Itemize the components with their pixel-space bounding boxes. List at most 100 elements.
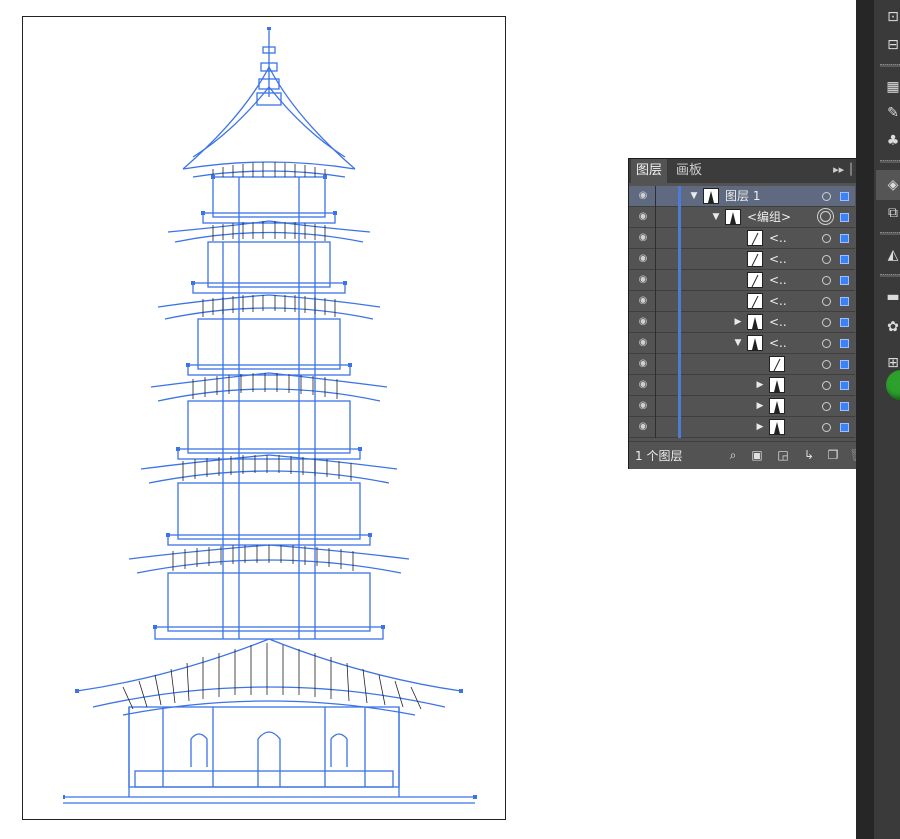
layer-name[interactable]: 图层 1 xyxy=(725,188,760,205)
target-circle-icon[interactable] xyxy=(822,297,831,306)
selection-square-icon[interactable] xyxy=(840,318,849,327)
visibility-eye-icon[interactable]: ◉ xyxy=(637,295,649,307)
visibility-eye-icon[interactable]: ◉ xyxy=(637,358,649,370)
lock-column[interactable] xyxy=(655,354,656,375)
expand-triangle-icon[interactable]: ▶ xyxy=(755,421,765,433)
visibility-eye-icon[interactable]: ◉ xyxy=(637,337,649,349)
selection-square-icon[interactable] xyxy=(840,402,849,411)
target-circle-icon[interactable] xyxy=(822,192,831,201)
artboard[interactable] xyxy=(22,16,506,820)
selection-square-icon[interactable] xyxy=(840,297,849,306)
panel-tab-bar: 图层 画板 ▸▸ │ ≡ xyxy=(629,159,871,183)
layer-name[interactable]: <.. xyxy=(769,272,787,289)
locate-object-icon[interactable]: ▣ xyxy=(749,447,765,463)
layers-icon[interactable]: ◈ xyxy=(884,176,900,194)
visibility-eye-icon[interactable]: ◉ xyxy=(637,253,649,265)
brushes-icon[interactable]: ✎ xyxy=(884,104,900,122)
lock-column[interactable] xyxy=(655,249,656,270)
lock-column[interactable] xyxy=(655,375,656,396)
target-circle-icon[interactable] xyxy=(822,318,831,327)
layer-row[interactable]: ◉ ▼ <编组> xyxy=(629,207,855,228)
visibility-eye-icon[interactable]: ◉ xyxy=(637,379,649,391)
dock-separator xyxy=(880,232,900,235)
visibility-eye-icon[interactable]: ◉ xyxy=(637,274,649,286)
target-circle-icon[interactable] xyxy=(822,360,831,369)
swatches-icon[interactable]: ▦ xyxy=(884,78,900,96)
gradient-icon[interactable]: ◭ xyxy=(884,246,900,264)
target-circle-icon[interactable] xyxy=(822,381,831,390)
lock-column[interactable] xyxy=(655,291,656,312)
lock-column[interactable] xyxy=(655,186,656,207)
lock-column[interactable] xyxy=(655,417,656,438)
search-icon[interactable]: ⌕ xyxy=(725,447,741,463)
lock-column[interactable] xyxy=(655,312,656,333)
selection-square-icon[interactable] xyxy=(840,192,849,201)
new-layer-icon[interactable]: ❐ xyxy=(825,447,841,463)
make-clipping-mask-icon[interactable]: ◲ xyxy=(775,447,791,463)
layer-row[interactable]: ◉ <.. xyxy=(629,249,855,270)
layer-row[interactable]: ◉ <.. xyxy=(629,270,855,291)
layer-name[interactable]: <.. xyxy=(769,314,787,331)
selection-square-icon[interactable] xyxy=(840,276,849,285)
layer-name[interactable]: <编组> xyxy=(747,209,791,226)
transform-icon[interactable]: ⊡ xyxy=(884,8,900,26)
expand-triangle-icon[interactable]: ▶ xyxy=(755,379,765,391)
target-circle-icon[interactable] xyxy=(822,234,831,243)
selection-square-icon[interactable] xyxy=(840,381,849,390)
layer-row[interactable]: ◉ ▶ <.. xyxy=(629,312,855,333)
visibility-eye-icon[interactable]: ◉ xyxy=(637,316,649,328)
layer-row[interactable]: ◉ ▶ xyxy=(629,396,855,417)
target-circle-icon[interactable] xyxy=(822,276,831,285)
visibility-eye-icon[interactable]: ◉ xyxy=(637,190,649,202)
lock-column[interactable] xyxy=(655,207,656,228)
layer-name[interactable]: <.. xyxy=(769,293,787,310)
layer-row[interactable]: ◉ ▶ xyxy=(629,417,855,438)
layer-row[interactable]: ◉ <.. xyxy=(629,291,855,312)
selection-square-icon[interactable] xyxy=(840,339,849,348)
collapse-triangle-icon[interactable]: ▼ xyxy=(689,190,699,202)
new-sublayer-icon[interactable]: ↳ xyxy=(801,447,817,463)
target-circle-icon[interactable] xyxy=(822,339,831,348)
tab-layers[interactable]: 图层 xyxy=(631,159,668,183)
target-circle-icon[interactable] xyxy=(822,255,831,264)
layer-row[interactable]: ◉ ▼ <.. xyxy=(629,333,855,354)
color-guide-icon[interactable]: ✿ xyxy=(884,318,900,336)
selection-square-icon[interactable] xyxy=(840,213,849,222)
layers-panel[interactable]: 图层 画板 ▸▸ │ ≡ ◉ ▼ 图层 1 ◉ ▼ <编组> ◉ <.. ◉ <.. ◉ <.. ◉ <.… xyxy=(628,158,872,469)
artboards-icon[interactable]: ⧉ xyxy=(884,204,900,222)
align-icon[interactable]: ⊟ xyxy=(884,36,900,54)
lock-column[interactable] xyxy=(655,270,656,291)
expand-triangle-icon[interactable]: ▶ xyxy=(733,316,743,328)
transparency-icon[interactable]: ▬ xyxy=(884,288,900,306)
collapse-triangle-icon[interactable]: ▼ xyxy=(733,337,743,349)
tab-artboards[interactable]: 画板 xyxy=(671,159,707,183)
layer-color-bar xyxy=(678,249,681,270)
visibility-eye-icon[interactable]: ◉ xyxy=(637,232,649,244)
layer-row[interactable]: ◉ <.. xyxy=(629,228,855,249)
lock-column[interactable] xyxy=(655,333,656,354)
pagoda-artwork[interactable] xyxy=(63,27,513,827)
layer-color-bar xyxy=(678,396,681,417)
lock-column[interactable] xyxy=(655,396,656,417)
layer-name[interactable]: <.. xyxy=(769,251,787,268)
lock-column[interactable] xyxy=(655,228,656,249)
target-circle-icon[interactable] xyxy=(822,402,831,411)
selection-square-icon[interactable] xyxy=(840,234,849,243)
layer-name[interactable]: <.. xyxy=(769,230,787,247)
layer-name[interactable]: <.. xyxy=(769,335,787,352)
expand-triangle-icon[interactable]: ▶ xyxy=(755,400,765,412)
visibility-eye-icon[interactable]: ◉ xyxy=(637,211,649,223)
collapse-triangle-icon[interactable]: ▼ xyxy=(711,211,721,223)
selection-square-icon[interactable] xyxy=(840,360,849,369)
selection-square-icon[interactable] xyxy=(840,423,849,432)
layer-row[interactable]: ◉ xyxy=(629,354,855,375)
layer-row[interactable]: ◉ ▶ xyxy=(629,375,855,396)
layer-row[interactable]: ◉ ▼ 图层 1 xyxy=(629,186,855,207)
symbols-icon[interactable]: ♣ xyxy=(884,132,900,150)
visibility-eye-icon[interactable]: ◉ xyxy=(637,421,649,433)
target-circle-icon[interactable] xyxy=(820,211,831,222)
selection-square-icon[interactable] xyxy=(840,255,849,264)
target-circle-icon[interactable] xyxy=(822,423,831,432)
visibility-eye-icon[interactable]: ◉ xyxy=(637,400,649,412)
layer-thumbnail xyxy=(747,230,763,246)
